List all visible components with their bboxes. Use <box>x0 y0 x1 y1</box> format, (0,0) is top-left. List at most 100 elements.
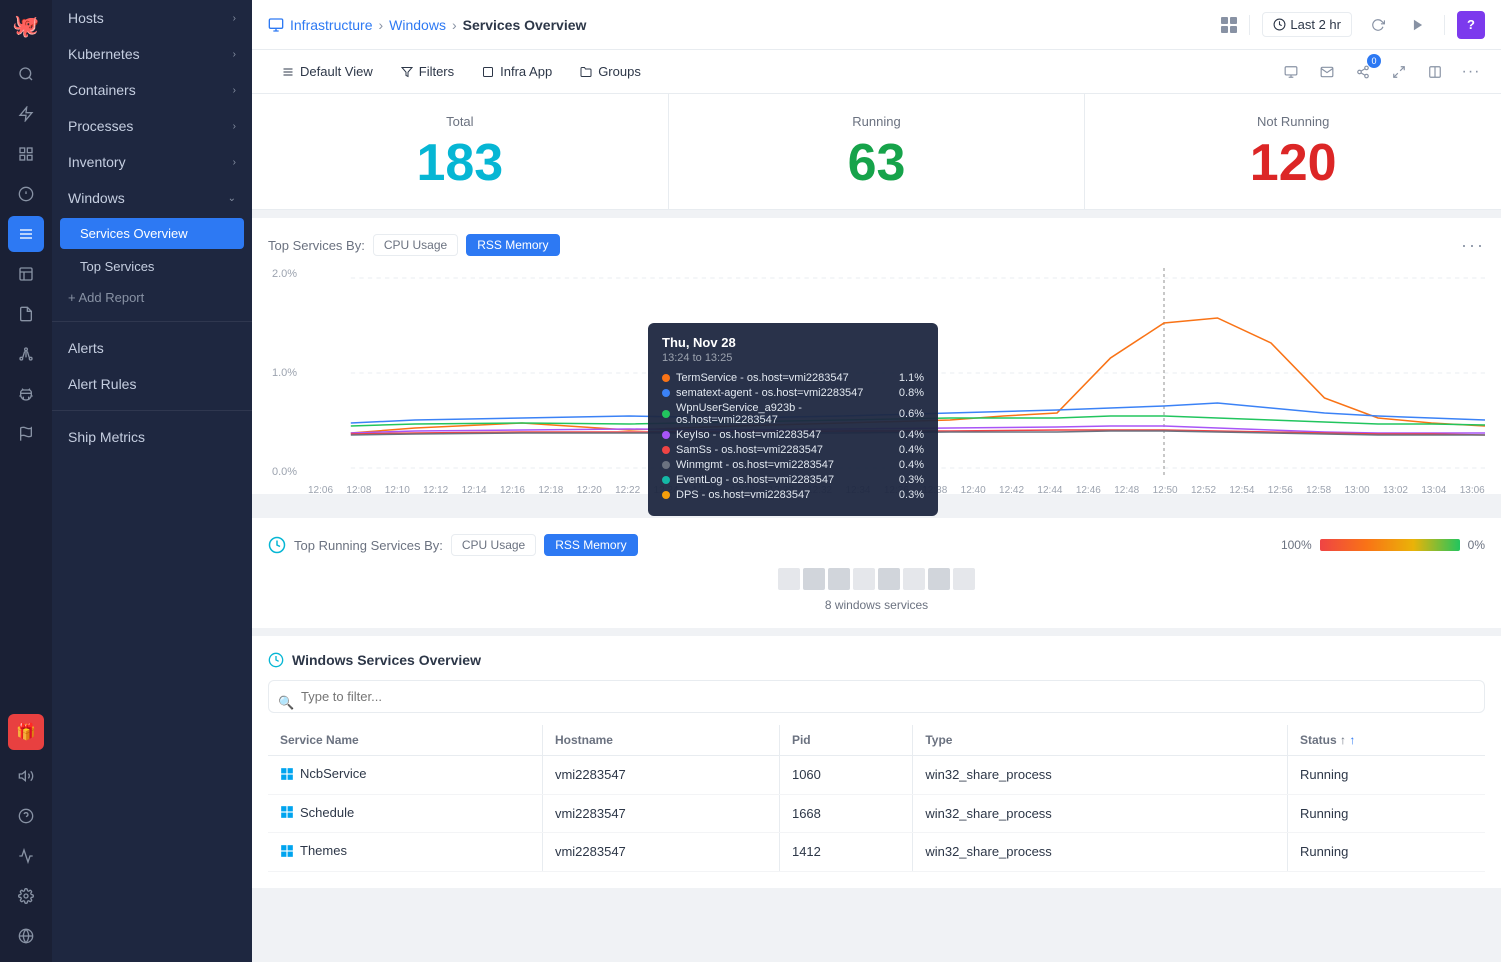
sidebar-item-alert-rules[interactable]: Alert Rules <box>52 366 252 402</box>
running-cpu-tab[interactable]: CPU Usage <box>451 534 536 556</box>
settings-icon-btn[interactable] <box>8 878 44 914</box>
sidebar-item-kubernetes[interactable]: Kubernetes › <box>52 36 252 72</box>
tooltip-time: 13:24 to 13:25 <box>662 352 924 364</box>
tooltip-dot <box>662 446 670 454</box>
table-row[interactable]: Schedule vmi2283547 1668 win32_share_pro… <box>268 794 1485 833</box>
globe-icon-btn[interactable] <box>8 918 44 954</box>
sidebar-item-containers[interactable]: Containers › <box>52 72 252 108</box>
topbar-div-2 <box>1444 15 1445 35</box>
tooltip-service-name: SamSs - os.host=vmi2283547 <box>676 444 899 456</box>
topbar-right: Last 2 hr ? <box>1221 11 1485 39</box>
default-view-btn[interactable]: Default View <box>268 58 387 85</box>
grid-view-icon[interactable] <box>1221 17 1237 33</box>
share-icon-btn[interactable]: 0 <box>1349 58 1377 86</box>
sidebar-item-processes[interactable]: Processes › <box>52 108 252 144</box>
hosts-chevron: › <box>233 13 236 24</box>
sidebar-item-ship-metrics[interactable]: Ship Metrics <box>52 419 252 455</box>
app-logo[interactable]: 🐙 <box>8 8 44 44</box>
grid-icon-btn[interactable] <box>8 136 44 172</box>
play-icon-btn[interactable] <box>1404 11 1432 39</box>
running-services-icon <box>268 536 286 554</box>
filter-wrapper: 🔍 <box>268 680 1485 725</box>
time-range-btn[interactable]: Last 2 hr <box>1262 12 1352 37</box>
heat-cell <box>878 568 900 590</box>
rss-memory-tab[interactable]: RSS Memory <box>466 234 559 256</box>
fullscreen-icon-btn[interactable] <box>1385 58 1413 86</box>
windows-icon <box>280 767 294 781</box>
cell-hostname: vmi2283547 <box>542 794 779 833</box>
toolbar2-right: 0 ··· <box>1277 58 1485 86</box>
help-btn[interactable]: ? <box>1457 11 1485 39</box>
tooltip-dot <box>662 374 670 382</box>
mail-icon-btn[interactable] <box>1313 58 1341 86</box>
pct-0-label: 0% <box>1468 538 1485 552</box>
chart-options-btn[interactable]: ··· <box>1461 235 1485 256</box>
layout-icon-btn[interactable] <box>1421 58 1449 86</box>
info-icon-btn[interactable] <box>8 176 44 212</box>
dashboard-icon-btn[interactable] <box>8 96 44 132</box>
tooltip-service-name: Winmgmt - os.host=vmi2283547 <box>676 459 899 471</box>
sidebar-sub-services-overview[interactable]: Services Overview <box>60 218 244 249</box>
heat-cell <box>903 568 925 590</box>
add-report-btn[interactable]: + Add Report <box>52 282 252 313</box>
monitor-icon-btn[interactable] <box>1277 58 1305 86</box>
content-area: Total 183 Running 63 Not Running 120 Top… <box>252 94 1501 962</box>
more-options-btn[interactable]: ··· <box>1457 58 1485 86</box>
col-type: Type <box>913 725 1288 756</box>
tooltip-service-name: KeyIso - os.host=vmi2283547 <box>676 429 899 441</box>
running-rss-tab[interactable]: RSS Memory <box>544 534 637 556</box>
heat-cells-row <box>268 568 1485 590</box>
sidebar-sub-top-services[interactable]: Top Services <box>52 251 252 282</box>
sidebar-item-inventory[interactable]: Inventory › <box>52 144 252 180</box>
cell-status: Running <box>1287 833 1485 872</box>
heat-gradient-bar <box>1320 539 1460 551</box>
breadcrumb-windows[interactable]: Windows <box>389 17 446 33</box>
sidebar-item-hosts[interactable]: Hosts › <box>52 0 252 36</box>
tooltip-service-val: 0.3% <box>899 474 924 486</box>
tooltip-row: TermService - os.host=vmi2283547 1.1% <box>662 372 924 384</box>
refresh-icon-btn[interactable] <box>1364 11 1392 39</box>
breadcrumb-infrastructure[interactable]: Infrastructure <box>290 17 372 33</box>
gift-icon-btn[interactable]: 🎁 <box>8 714 44 750</box>
doc-icon-btn[interactable] <box>8 296 44 332</box>
chart-icon-btn[interactable] <box>8 256 44 292</box>
analytics-icon-btn[interactable] <box>8 838 44 874</box>
table-row[interactable]: Themes vmi2283547 1412 win32_share_proce… <box>268 833 1485 872</box>
filters-btn[interactable]: Filters <box>387 58 468 85</box>
tooltip-service-name: sematext-agent - os.host=vmi2283547 <box>676 387 899 399</box>
services-table: Service Name Hostname Pid Type Status ↑ … <box>268 725 1485 872</box>
windows-overview-title: Windows Services Overview <box>268 652 1485 668</box>
cell-status: Running <box>1287 756 1485 795</box>
search-icon-btn[interactable] <box>8 56 44 92</box>
sidebar-nav: Hosts › Kubernetes › Containers › Proces… <box>52 0 252 962</box>
windows-chevron: ⌄ <box>228 193 236 204</box>
windows-icon <box>280 844 294 858</box>
chart-header: Top Services By: CPU Usage RSS Memory ··… <box>268 234 1485 256</box>
list-icon-btn[interactable] <box>8 216 44 252</box>
table-row[interactable]: NcbService vmi2283547 1060 win32_share_p… <box>268 756 1485 795</box>
infra-app-btn[interactable]: Infra App <box>468 58 566 85</box>
cpu-usage-tab[interactable]: CPU Usage <box>373 234 458 256</box>
megaphone-icon-btn[interactable] <box>8 758 44 794</box>
running-label: Running <box>689 114 1065 129</box>
running-title-label: Top Running Services By: <box>294 538 443 553</box>
toolbar2-left: Default View Filters Infra App Groups <box>268 58 655 85</box>
cell-type: win32_share_process <box>913 833 1288 872</box>
nodes-icon-btn[interactable] <box>8 336 44 372</box>
running-services-section: Top Running Services By: CPU Usage RSS M… <box>252 518 1501 628</box>
bug-icon-btn[interactable] <box>8 376 44 412</box>
windows-count: 8 windows services <box>268 598 1485 612</box>
clock-icon <box>1273 18 1286 31</box>
groups-btn[interactable]: Groups <box>566 58 655 85</box>
help-circle-icon-btn[interactable] <box>8 798 44 834</box>
topbar: Infrastructure › Windows › Services Over… <box>252 0 1501 50</box>
flag-icon-btn[interactable] <box>8 416 44 452</box>
not-running-label: Not Running <box>1105 114 1481 129</box>
filter-input[interactable] <box>268 680 1485 713</box>
sidebar-item-windows[interactable]: Windows ⌄ <box>52 180 252 216</box>
tooltip-dot <box>662 389 670 397</box>
top-services-section: Top Services By: CPU Usage RSS Memory ··… <box>252 218 1501 494</box>
sidebar-item-alerts[interactable]: Alerts <box>52 330 252 366</box>
chart-tooltip: Thu, Nov 28 13:24 to 13:25 TermService -… <box>648 323 938 516</box>
total-label: Total <box>272 114 648 129</box>
